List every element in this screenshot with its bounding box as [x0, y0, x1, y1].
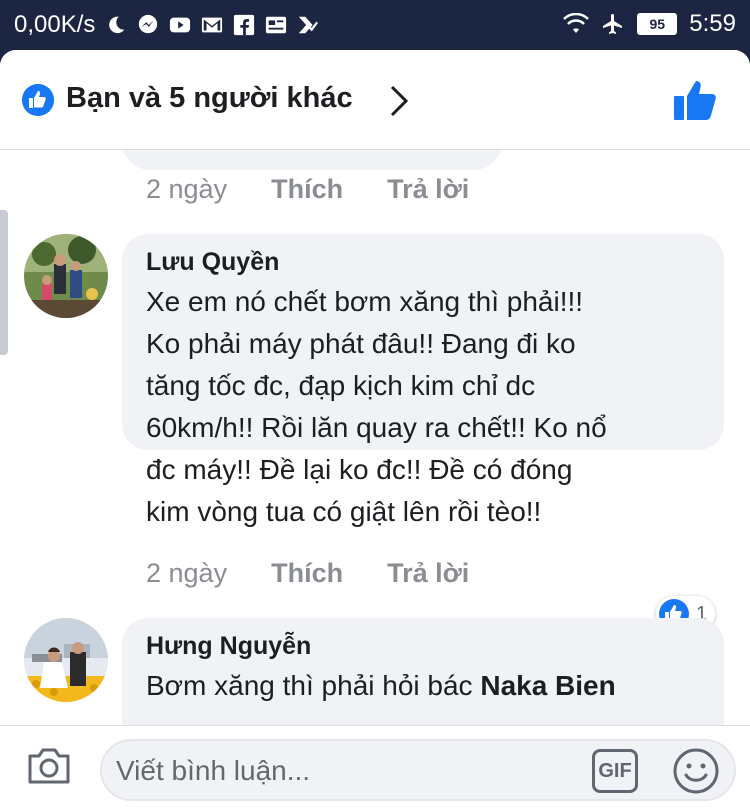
facebook-icon [233, 14, 255, 36]
camera-icon[interactable] [26, 746, 72, 786]
network-speed: 0,00K/s [14, 11, 96, 38]
gmail-icon [201, 17, 223, 33]
comments-sheet: Bạn và 5 người khác 2 ngày Thích Trả lời [0, 50, 750, 812]
scrollbar[interactable] [0, 210, 8, 355]
comment-time: 2 ngày [146, 558, 228, 588]
like-badge-icon [22, 84, 54, 116]
likes-summary[interactable]: Bạn và 5 người khác [66, 82, 353, 115]
gif-button[interactable]: GIF [592, 749, 638, 793]
chevron-right-icon[interactable] [386, 84, 412, 118]
comment-author[interactable]: Lưu Quyền [146, 248, 700, 277]
like-thumb-icon[interactable] [672, 78, 718, 122]
avatar-photo [24, 234, 108, 318]
comment-actions: 2 ngày Thích Trả lời [146, 174, 469, 205]
moon-icon [109, 16, 125, 34]
comment-input[interactable] [116, 751, 556, 791]
comment-input-box[interactable]: GIF [100, 739, 736, 801]
previous-comment-bubble [122, 150, 502, 170]
mention-link[interactable]: Naka Bien [480, 670, 615, 701]
comment-line: Xe em nó chết bơm xăng thì phải!!! [146, 286, 584, 317]
comment-line: 60km/h!! Rồi lăn quay ra chết!! Ko nổ [146, 412, 607, 443]
comment-text-body: Bơm xăng thì phải hỏi bác [146, 670, 481, 701]
comment-text: Bơm xăng thì phải hỏi bác Naka Bien [146, 665, 700, 707]
battery-indicator: 95 [637, 13, 678, 35]
comment-composer: GIF [0, 725, 750, 812]
wifi-icon [563, 13, 590, 33]
airplane-mode-icon [603, 14, 623, 34]
system-status: 95 5:59 [563, 10, 736, 38]
comment-bubble[interactable]: Hưng Nguyễn Bơm xăng thì phải hỏi bác Na… [122, 618, 724, 725]
like-comment-button[interactable]: Thích [271, 174, 343, 205]
comment-actions: 2 ngày Thích Trả lời [146, 558, 469, 589]
comment-line: đc máy!! Đề lại ko đc!! Đề có đóng [146, 454, 573, 485]
reply-button[interactable]: Trả lời [387, 558, 469, 589]
reply-button[interactable]: Trả lời [387, 174, 469, 205]
news-icon [265, 16, 287, 34]
reactions-header[interactable]: Bạn và 5 người khác [0, 50, 750, 150]
comment-line: tăng tốc đc, đạp kịch kim chỉ dc [146, 370, 536, 401]
emoji-picker-icon[interactable] [672, 747, 720, 795]
comment-list[interactable]: 2 ngày Thích Trả lời Lưu Quyền Xe em nó … [0, 150, 750, 725]
comment-author[interactable]: Hưng Nguyễn [146, 632, 700, 661]
comment-line: Ko phải máy phát đâu!! Đang đi ko [146, 328, 576, 359]
status-bar: 0,00K/s 95 5:59 [0, 0, 750, 50]
comment-bubble[interactable]: Lưu Quyền Xe em nó chết bơm xăng thì phả… [122, 234, 724, 527]
messenger-icon [138, 14, 158, 34]
avatar[interactable] [24, 234, 108, 318]
notification-icons [104, 14, 320, 36]
comment-line: kim vòng tua có giật lên rồi tèo!! [146, 496, 542, 527]
like-comment-button[interactable]: Thích [271, 558, 343, 589]
clock: 5:59 [689, 10, 736, 37]
youtube-icon [169, 17, 191, 33]
avatar[interactable] [24, 618, 108, 702]
comment-text: Xe em nó chết bơm xăng thì phải!!! Ko ph… [146, 281, 700, 533]
task-check-icon [298, 16, 319, 34]
comment-time: 2 ngày [146, 174, 228, 204]
avatar-photo [24, 618, 108, 702]
